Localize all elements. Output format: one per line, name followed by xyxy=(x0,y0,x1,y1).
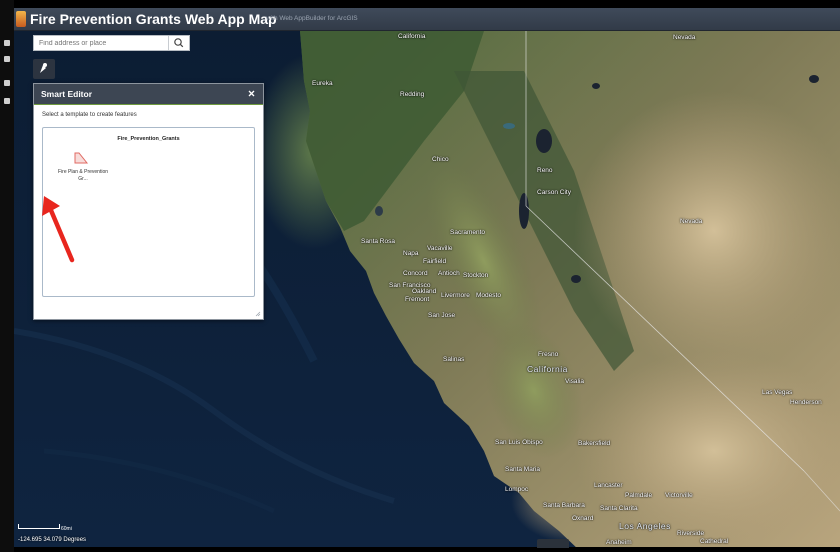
map-label-fresno: Fresno xyxy=(538,351,559,358)
map-label-lompoc: Lompoc xyxy=(505,486,529,493)
toolbar-marker[interactable] xyxy=(4,80,10,86)
toolbar-marker[interactable] xyxy=(4,40,10,46)
polygon-template-icon xyxy=(74,152,89,164)
map-label-lancaster: Lancaster xyxy=(594,482,623,489)
search-icon xyxy=(174,38,184,48)
map-label-concord: Concord xyxy=(403,270,428,277)
map-label-reno: Reno xyxy=(537,167,553,174)
map-label-victorville: Victorville xyxy=(665,492,693,499)
toolbar-marker[interactable] xyxy=(4,56,10,62)
map-label-california-state: California xyxy=(527,364,568,374)
map-label-chico: Chico xyxy=(432,156,449,163)
map-label-anaheim: Anaheim xyxy=(606,539,632,546)
close-button[interactable] xyxy=(245,86,259,100)
map-label-salinas: Salinas xyxy=(443,356,465,363)
map-label-oxnard: Oxnard xyxy=(572,515,594,522)
locate-icon xyxy=(40,63,47,73)
map-label-santa-barbara: Santa Barbara xyxy=(543,502,585,509)
template-instruction: Select a template to create features xyxy=(42,112,137,118)
map-label-antioch: Antioch xyxy=(438,270,460,277)
search-button[interactable] xyxy=(168,36,189,50)
scale-label: 60mi xyxy=(61,526,72,532)
search-widget xyxy=(33,35,190,51)
map-label-henderson: Henderson xyxy=(790,399,822,406)
app-logo xyxy=(16,11,26,27)
annotation-arrow xyxy=(42,196,75,263)
map-label-nevada-state: Nevada xyxy=(680,218,703,225)
map-label-modesto: Modesto xyxy=(476,292,501,299)
map-label-redding: Redding xyxy=(400,91,425,98)
left-toolbar-strip xyxy=(0,0,14,552)
locate-button[interactable] xyxy=(33,59,55,79)
map-label-california: California xyxy=(398,33,426,40)
map-label-sacramento: Sacramento xyxy=(450,229,486,236)
map-label-stockton: Stockton xyxy=(463,272,489,279)
map-label-oakland: Oakland xyxy=(412,288,437,295)
map-label-visalia: Visalia xyxy=(565,378,585,385)
screen-frame: Fire Prevention Grants Web App Map with … xyxy=(0,0,840,552)
map-label-bakersfield: Bakersfield xyxy=(578,440,611,447)
app-subtitle: with Web AppBuilder for ArcGIS xyxy=(266,15,358,22)
app-header: Fire Prevention Grants Web App Map with … xyxy=(14,8,840,31)
map-label-riverside: Riverside xyxy=(677,530,705,537)
map-label-san-jose: San Jose xyxy=(428,312,456,319)
map-label-san-luis-obispo: San Luis Obispo xyxy=(495,439,543,446)
template-label: Fire Plan & Prevention Gr... xyxy=(47,169,119,183)
map-label-santa-maria: Santa Maria xyxy=(505,466,541,473)
map-label-las-vegas: Las Vegas xyxy=(762,389,793,396)
map-label-santa-rosa: Santa Rosa xyxy=(361,238,395,245)
map-label-cathedral: Cathedral xyxy=(700,538,729,545)
map-label-livermore: Livermore xyxy=(441,292,470,299)
map-label-carson-city: Carson City xyxy=(537,189,571,196)
resize-grip-icon[interactable] xyxy=(255,311,261,317)
map-label-los-angeles: Los Angeles xyxy=(619,521,671,531)
panel-title: Smart Editor xyxy=(41,89,93,99)
close-icon xyxy=(248,90,255,97)
scale-bar xyxy=(18,524,60,529)
attribute-table-toggle[interactable] xyxy=(537,539,569,548)
panel-header: Smart Editor xyxy=(34,84,263,105)
layer-name: Fire_Prevention_Grants xyxy=(117,136,180,142)
map-label-napa: Napa xyxy=(403,250,419,257)
map-label-eureka: Eureka xyxy=(312,80,333,87)
map-label-nevada: Nevada xyxy=(673,34,696,41)
map-label-palmdale: Palmdale xyxy=(625,492,653,499)
template-fire-plan[interactable]: Fire Plan & Prevention Gr... xyxy=(47,148,119,190)
map-label-santa-clarita: Santa Clarita xyxy=(600,505,638,512)
app-title: Fire Prevention Grants Web App Map xyxy=(30,11,277,27)
map-label-fairfield: Fairfield xyxy=(423,258,447,265)
template-label-line1: Fire Plan & Prevention xyxy=(57,169,109,175)
template-label-line2: Gr... xyxy=(78,176,88,182)
coordinate-readout: -124.695 34.079 Degrees xyxy=(18,537,87,543)
map-label-fremont: Fremont xyxy=(405,296,430,303)
search-input[interactable] xyxy=(34,36,174,50)
map-label-vacaville: Vacaville xyxy=(427,245,453,252)
toolbar-marker[interactable] xyxy=(4,98,10,104)
